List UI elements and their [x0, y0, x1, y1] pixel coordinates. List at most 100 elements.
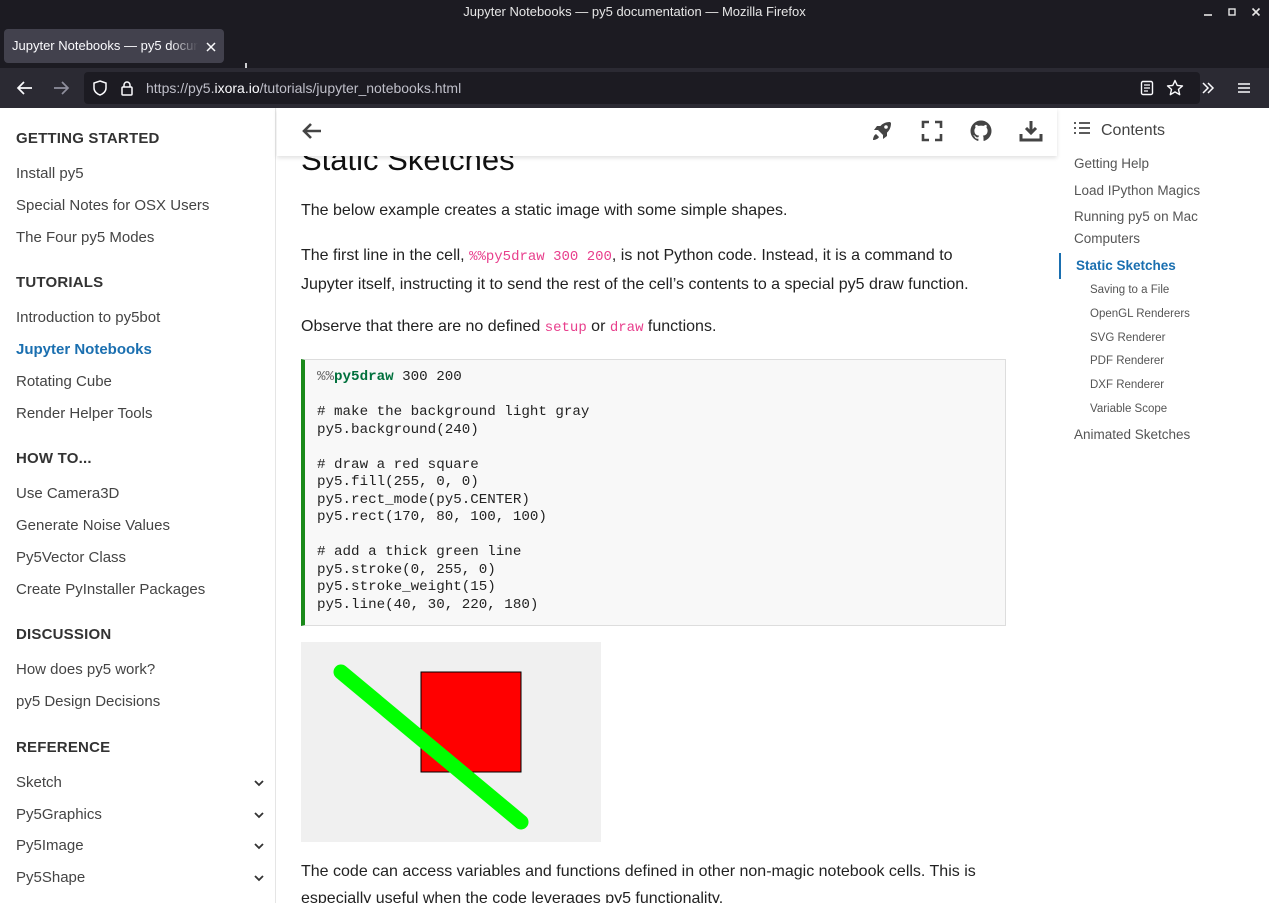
lock-icon[interactable]	[120, 80, 134, 101]
overflow-chevrons-icon[interactable]	[1196, 76, 1220, 100]
code-line: # make the background light gray	[317, 404, 590, 420]
fullscreen-icon[interactable]	[919, 118, 945, 144]
code-line: py5.background(240)	[317, 421, 479, 438]
code-line: py5.rect(170, 80, 100, 100)	[317, 509, 547, 525]
table-of-contents: Contents Getting Help Load IPython Magic…	[1057, 108, 1269, 903]
paragraph-text: or	[586, 318, 610, 335]
chevron-down-icon[interactable]	[252, 808, 266, 822]
paragraph-intro: The below example creates a static image…	[301, 202, 788, 219]
toc-subitem-variable-scope[interactable]: Variable Scope	[1090, 403, 1167, 415]
tab-active[interactable]: Jupyter Notebooks — py5 documentation	[4, 29, 224, 63]
url-prefix: https://py5.	[146, 80, 215, 96]
tab-close-icon[interactable]	[206, 29, 216, 63]
url-path: /tutorials/jupyter_notebooks.html	[259, 80, 462, 96]
sidebar-item-jupyter-notebooks[interactable]: Jupyter Notebooks	[16, 341, 152, 358]
paragraph-no-setup: Observe that there are no defined setup …	[301, 313, 1001, 342]
page: GETTING STARTED Install py5 Special Note…	[0, 108, 1269, 903]
sidebar-item-design-decisions[interactable]: py5 Design Decisions	[16, 693, 160, 710]
list-icon	[1073, 120, 1091, 141]
code-line: py5.fill(255, 0, 0)	[317, 474, 479, 490]
toc-item-animated-sketches[interactable]: Animated Sketches	[1074, 424, 1190, 446]
sidebar-section-getting-started: GETTING STARTED	[16, 130, 160, 147]
code-magic-args: 300 200	[393, 369, 462, 385]
toc-header: Contents	[1073, 120, 1165, 141]
toc-item-static-sketches[interactable]: Static Sketches	[1059, 253, 1176, 279]
chevron-down-icon[interactable]	[252, 839, 266, 853]
back-arrow-icon[interactable]	[13, 76, 37, 100]
url-text[interactable]: https://py5.ixora.io/tutorials/jupyter_n…	[146, 72, 461, 104]
article-topbar	[277, 108, 1057, 156]
shield-icon[interactable]	[92, 80, 108, 101]
code-magic-percent: %%	[317, 369, 335, 385]
inline-code-draw: draw	[609, 320, 644, 336]
paragraph-text: Observe that there are no defined	[301, 318, 545, 335]
reader-view-icon[interactable]	[1140, 80, 1154, 101]
chevron-down-icon[interactable]	[252, 776, 266, 790]
toc-subitem-saving[interactable]: Saving to a File	[1090, 284, 1169, 296]
tab-title: Jupyter Notebooks — py5 documentation	[12, 38, 198, 53]
close-icon[interactable]	[1249, 5, 1263, 19]
download-icon[interactable]	[1018, 118, 1044, 144]
paragraph-text: The first line in the cell,	[301, 247, 470, 264]
tab-strip: Jupyter Notebooks — py5 documentation	[0, 24, 1269, 75]
code-magic-keyword: py5draw	[334, 369, 394, 385]
code-line: # draw a red square	[317, 456, 479, 473]
minimize-icon[interactable]	[1201, 5, 1215, 19]
bookmark-star-icon[interactable]	[1166, 79, 1184, 102]
code-line: py5.line(40, 30, 220, 180)	[317, 596, 539, 613]
back-arrow-icon[interactable]	[299, 118, 325, 144]
sketch-output-image	[301, 642, 601, 842]
toc-item-getting-help[interactable]: Getting Help	[1074, 153, 1149, 175]
toc-subitem-dxf[interactable]: DXF Renderer	[1090, 379, 1164, 391]
toc-subitem-svg[interactable]: SVG Renderer	[1090, 332, 1165, 344]
sidebar-item-rotating-cube[interactable]: Rotating Cube	[16, 373, 112, 390]
sidebar-item-install-py5[interactable]: Install py5	[16, 165, 84, 182]
sidebar-item-py5graphics[interactable]: Py5Graphics	[16, 806, 102, 823]
code-line: py5.rect_mode(py5.CENTER)	[317, 491, 530, 508]
github-icon[interactable]	[968, 118, 994, 144]
sidebar-item-py5bot[interactable]: Introduction to py5bot	[16, 309, 160, 326]
paragraph-magic-explanation: The first line in the cell, %%py5draw 30…	[301, 242, 1001, 298]
url-bar[interactable]: https://py5.ixora.io/tutorials/jupyter_n…	[84, 72, 1200, 104]
navigation-toolbar: https://py5.ixora.io/tutorials/jupyter_n…	[0, 68, 1269, 108]
paragraph-text: functions.	[643, 318, 717, 335]
sidebar-item-noise-values[interactable]: Generate Noise Values	[16, 517, 170, 534]
sidebar-item-py5vector[interactable]: Py5Vector Class	[16, 549, 126, 566]
sidebar-item-render-helper-tools[interactable]: Render Helper Tools	[16, 405, 152, 422]
sidebar-section-tutorials: TUTORIALS	[16, 274, 104, 291]
sidebar-section-how-to: HOW TO...	[16, 450, 92, 467]
left-sidebar: GETTING STARTED Install py5 Special Note…	[0, 108, 276, 903]
sidebar-item-py5-modes[interactable]: The Four py5 Modes	[16, 229, 154, 246]
hamburger-menu-icon[interactable]	[1232, 76, 1256, 100]
sidebar-item-py5image[interactable]: Py5Image	[16, 837, 84, 854]
toc-item-ipython-magics[interactable]: Load IPython Magics	[1074, 180, 1200, 202]
inline-code-magic: %%py5draw 300 200	[469, 249, 612, 265]
code-line: # add a thick green line	[317, 544, 522, 560]
sidebar-item-camera3d[interactable]: Use Camera3D	[16, 485, 119, 502]
inline-code-setup: setup	[544, 320, 587, 336]
toc-title: Contents	[1101, 121, 1166, 139]
window-title: Jupyter Notebooks — py5 documentation — …	[463, 4, 806, 19]
sidebar-item-osx-notes[interactable]: Special Notes for OSX Users	[16, 197, 209, 214]
code-line-magic: %%py5draw 300 200	[317, 369, 993, 387]
toc-item-running-on-mac[interactable]: Running py5 on Mac Computers	[1074, 206, 1254, 250]
chevron-down-icon[interactable]	[252, 871, 266, 885]
code-block[interactable]: %%py5draw 300 200 # make the background …	[301, 359, 1006, 626]
sidebar-item-sketch[interactable]: Sketch	[16, 774, 62, 791]
sidebar-section-discussion: DISCUSSION	[16, 626, 112, 643]
code-line: py5.stroke(0, 255, 0)	[317, 561, 496, 578]
toc-subitem-opengl[interactable]: OpenGL Renderers	[1090, 308, 1190, 320]
maximize-icon[interactable]	[1225, 5, 1239, 19]
main-content: Static Sketches The below example create…	[277, 108, 1057, 903]
toc-subitem-pdf[interactable]: PDF Renderer	[1090, 355, 1164, 367]
sidebar-item-py5shape[interactable]: Py5Shape	[16, 869, 85, 886]
rocket-launch-icon[interactable]	[869, 118, 895, 144]
sidebar-item-how-py5-works[interactable]: How does py5 work?	[16, 661, 155, 678]
forward-arrow-icon[interactable]	[49, 76, 73, 100]
sidebar-section-reference: REFERENCE	[16, 739, 111, 756]
sidebar-item-pyinstaller[interactable]: Create PyInstaller Packages	[16, 581, 205, 598]
paragraph-variables: The code can access variables and functi…	[301, 863, 976, 903]
